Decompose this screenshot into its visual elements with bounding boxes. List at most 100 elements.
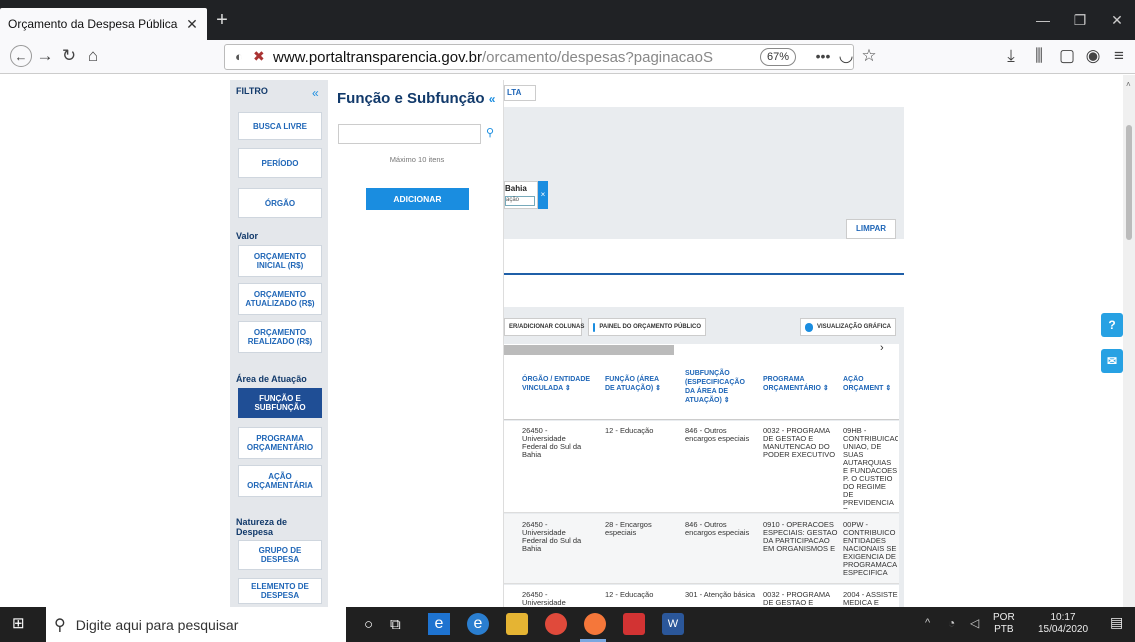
section-divider <box>504 273 904 275</box>
file-explorer-icon[interactable] <box>506 613 528 635</box>
network-icon[interactable]: ◔ <box>948 616 955 630</box>
insecure-lock-icon: ✖ <box>253 48 265 64</box>
acrobat-icon[interactable] <box>623 613 645 635</box>
collapse-filter-icon[interactable]: « <box>312 86 319 100</box>
consulta-button[interactable]: LTA <box>504 85 536 101</box>
restore-icon[interactable]: ❐ <box>1062 8 1098 32</box>
painel-orcamento-button[interactable]: PAINEL DO ORÇAMENTO PÚBLICO <box>588 318 706 336</box>
max-items-hint: Máximo 10 itens <box>389 155 445 164</box>
language-indicator[interactable]: POR PTB <box>993 612 1015 636</box>
adicionar-button[interactable]: ADICIONAR <box>366 188 469 210</box>
home-icon[interactable]: ⌂ <box>82 45 104 67</box>
cell-subfuncao: 846 - Outros encargos especiais <box>685 520 750 537</box>
cell-acao: 00PW - CONTRIBUICO ENTIDADES NACIONAIS S… <box>843 521 897 577</box>
taskbar-search[interactable]: ⚲ Digite aqui para pesquisar <box>46 607 346 642</box>
scroll-up-icon[interactable]: ˄ <box>1126 80 1131 89</box>
page-actions-icon[interactable]: ••• <box>812 45 834 67</box>
col-acao[interactable]: AÇÃO ORÇAMENT ⇕ <box>843 375 898 393</box>
busca-livre-button[interactable]: BUSCA LIVRE <box>238 112 322 140</box>
periodo-button[interactable]: PERÍODO <box>238 148 322 178</box>
visualizacao-grafica-button[interactable]: VISUALIZAÇÃO GRÁFICA <box>800 318 896 336</box>
ie-icon[interactable]: e <box>428 613 450 635</box>
task-view-icon[interactable]: ⧉ <box>390 616 401 633</box>
back-icon[interactable]: ← <box>10 45 32 67</box>
cell-funcao: 12 - Educação <box>605 590 654 599</box>
chart-icon <box>805 322 813 332</box>
browser-tab[interactable]: Orçamento da Despesa Pública ✕ <box>0 8 207 40</box>
clock-date: 15/04/2020 <box>1037 624 1089 635</box>
adicionar-colunas-button[interactable]: ER/ADICIONAR COLUNAS <box>504 318 584 336</box>
collapse-subfilter-icon[interactable]: « <box>489 92 496 106</box>
natureza-despesa-label: Natureza de Despesa <box>236 517 288 537</box>
cell-programa: 0910 - OPERACOES ESPECIAIS: GESTAO DA PA… <box>763 520 838 553</box>
col-funcao[interactable]: FUNÇÃO (ÁREA DE ATUAÇÃO) ⇕ <box>605 375 670 393</box>
painel-orcamento-label: PAINEL DO ORÇAMENTO PÚBLICO <box>599 324 701 330</box>
programa-orcamentario-button[interactable]: PROGRAMA ORÇAMENTÁRIO <box>238 427 322 459</box>
minimize-icon[interactable]: — <box>1025 8 1061 32</box>
mail-icon[interactable]: ✉ <box>1101 349 1123 373</box>
scrollbar-thumb[interactable] <box>504 345 674 355</box>
cortana-icon[interactable]: ○ <box>364 616 373 633</box>
acao-orcamentaria-button[interactable]: AÇÃO ORÇAMENTÁRIA <box>238 465 322 497</box>
sidebar-icon[interactable]: ▢ <box>1056 45 1078 67</box>
word-icon[interactable]: W <box>662 613 684 635</box>
col-subfuncao[interactable]: SUBFUNÇÃO (ESPECIFICAÇÃO DA ÁREA DE ATUA… <box>685 369 755 405</box>
cell-funcao: 12 - Educação <box>605 426 654 435</box>
search-icon[interactable]: ⚲ <box>486 126 494 139</box>
bookmark-star-icon[interactable]: ☆ <box>858 45 880 67</box>
cell-acao: 09HB - CONTRIBUICAO UNIAO, DE SUAS AUTAR… <box>843 427 898 509</box>
volume-icon[interactable]: ◁ <box>970 616 979 630</box>
search-icon: ⚲ <box>54 616 66 634</box>
tab-title: Orçamento da Despesa Pública <box>8 17 178 31</box>
cell-acao: 2004 - ASSISTE MEDICA E <box>843 591 898 607</box>
account-icon[interactable]: ◉ <box>1082 45 1104 67</box>
firefox-icon[interactable] <box>584 613 606 635</box>
grupo-despesa-button[interactable]: GRUPO DE DESPESA <box>238 540 322 570</box>
url-text: www.portaltransparencia.gov.br/orcamento… <box>273 48 713 66</box>
funcao-subfuncao-button[interactable]: FUNÇÃO E SUBFUNÇÃO <box>238 388 322 418</box>
library-icon[interactable]: ⫼ <box>1028 45 1050 67</box>
col-programa[interactable]: PROGRAMA ORÇAMENTÁRIO ⇕ <box>763 375 833 393</box>
reload-icon[interactable]: ↻ <box>58 45 80 67</box>
orcamento-inicial-button[interactable]: ORÇAMENTO INICIAL (R$) <box>238 245 322 277</box>
zoom-level[interactable]: 67% <box>760 48 796 66</box>
windows-start-icon[interactable]: ⊞ <box>12 616 28 632</box>
pocket-icon[interactable]: ◡ <box>835 45 857 67</box>
orgao-button[interactable]: ÓRGÃO <box>238 188 322 218</box>
chrome-icon[interactable] <box>545 613 567 635</box>
shield-icon: ◐ <box>235 49 243 64</box>
page-scrollbar-thumb[interactable] <box>1126 125 1132 240</box>
clock[interactable]: 10:17 15/04/2020 <box>1035 612 1091 636</box>
close-window-icon[interactable]: ✕ <box>1099 8 1135 32</box>
orcamento-atualizado-button[interactable]: ORÇAMENTO ATUALIZADO (R$) <box>238 283 322 315</box>
taskbar-search-placeholder: Digite aqui para pesquisar <box>75 616 239 633</box>
content-header-strip <box>504 107 904 133</box>
cell-orgao: 26450 - Universidade Federal do Sul da B… <box>522 426 582 459</box>
area-atuacao-label: Área de Atuação <box>236 374 307 384</box>
limpar-button[interactable]: LIMPAR <box>846 219 896 239</box>
menu-icon[interactable]: ≡ <box>1108 45 1130 67</box>
filter-chip: Bahia ação <box>504 181 538 209</box>
edge-icon[interactable]: e <box>467 613 489 635</box>
help-icon[interactable]: ? <box>1101 313 1123 337</box>
downloads-icon[interactable]: ⤓ <box>1000 45 1022 67</box>
filters-applied-area <box>504 133 904 239</box>
chevron-up-icon[interactable]: ^ <box>925 617 930 629</box>
language-secondary: PTB <box>994 624 1014 635</box>
scroll-right-icon[interactable]: › <box>880 342 884 354</box>
close-tab-icon[interactable]: ✕ <box>185 16 199 33</box>
notifications-icon[interactable]: ▤ <box>1110 614 1123 631</box>
cell-funcao: 28 - Encargos especiais <box>605 520 652 537</box>
horizontal-scrollbar[interactable]: › <box>504 342 899 356</box>
remove-chip-icon[interactable]: × <box>538 181 548 209</box>
orcamento-realizado-button[interactable]: ORÇAMENTO REALIZADO (R$) <box>238 321 322 353</box>
web-page: LTA Bahia ação × LIMPAR ER/ADICIONAR COL… <box>0 75 1123 607</box>
subfilter-search-input[interactable] <box>338 124 481 144</box>
col-orgao[interactable]: ÓRGÃO / ENTIDADE VINCULADA ⇕ <box>522 375 592 393</box>
elemento-despesa-button[interactable]: ELEMENTO DE DESPESA <box>238 578 322 604</box>
language-primary: POR <box>993 612 1015 623</box>
forward-icon[interactable]: → <box>34 45 56 67</box>
new-tab-icon[interactable]: + <box>212 10 232 30</box>
chip-sub: ação <box>505 196 535 206</box>
cell-programa: 0032 - PROGRAMA DE GESTAO E MANUTENCAO D… <box>763 426 836 459</box>
